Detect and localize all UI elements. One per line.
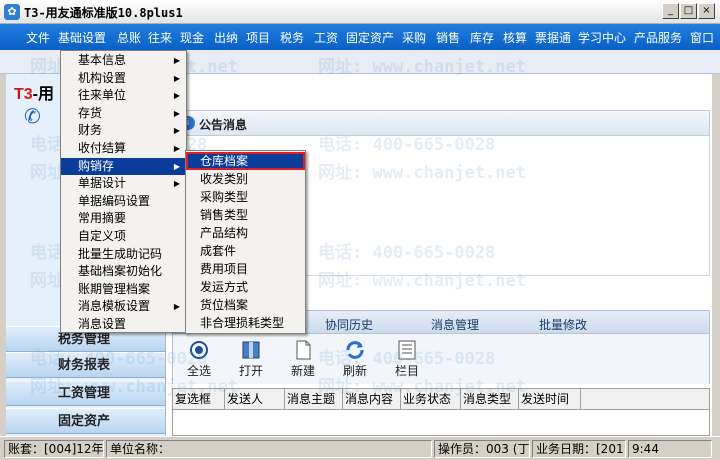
frame-right xyxy=(712,74,720,436)
submenu-item-sales-type[interactable]: 销售类型 xyxy=(186,206,305,224)
menu-item-org-settings[interactable]: 机构设置 ▶ xyxy=(61,70,186,88)
refresh-icon xyxy=(346,341,364,359)
new-button[interactable]: 新建 xyxy=(283,340,323,380)
maximize-button[interactable]: □ xyxy=(680,3,697,19)
basic-settings-menu: 基本信息 ▶ 机构设置 ▶ 往来单位 ▶ 存货 ▶ 财务 ▶ 收付结算 ▶ 购销存 ▶ 单据设… xyxy=(60,50,187,333)
title-bar: ✿ T3-用友通标准版10.8plus1 _ □ × xyxy=(0,0,720,24)
open-icon xyxy=(242,341,260,359)
col-type[interactable]: 消息类型 xyxy=(461,389,519,409)
menu-bills[interactable]: 票据通 xyxy=(535,29,571,46)
status-operator: 操作员：003 (丁≦ xyxy=(434,440,530,458)
status-account: 账套：[004]12年 xyxy=(4,440,104,458)
window-title: T3-用友通标准版10.8plus1 xyxy=(24,6,183,20)
submenu-arrow-icon: ▶ xyxy=(173,108,180,118)
close-button[interactable]: × xyxy=(698,3,715,19)
submenu-arrow-icon: ▶ xyxy=(173,179,180,189)
submenu-item-product-structure[interactable]: 产品结构 xyxy=(186,224,305,242)
menu-dealings[interactable]: 往来 xyxy=(148,29,172,46)
message-toolbar: 全选 打开 新建 刷新 栏目 xyxy=(172,334,710,384)
menu-item-period-archive[interactable]: 账期管理档案 xyxy=(61,281,186,299)
submenu-item-shipping-method[interactable]: 发运方式 xyxy=(186,278,305,296)
columns-button[interactable]: 栏目 xyxy=(387,340,427,380)
status-bar: 账套：[004]12年 单位名称： 操作员：003 (丁≦ 业务日期：[201:… xyxy=(0,436,720,460)
menu-item-archive-init[interactable]: 基础档案初始化 xyxy=(61,263,186,281)
notice-title: 公告消息 xyxy=(199,118,248,132)
menu-item-trading-units[interactable]: 往来单位 ▶ xyxy=(61,87,186,105)
menu-learning[interactable]: 学习中心 xyxy=(578,29,626,46)
minimize-button[interactable]: _ xyxy=(662,3,679,19)
menu-cashier[interactable]: 出纳 xyxy=(214,29,238,46)
menu-fixed-assets[interactable]: 固定资产 xyxy=(346,29,394,46)
submenu-arrow-icon: ▶ xyxy=(173,302,180,312)
nav-financial-reports[interactable]: 财务报表 xyxy=(6,352,165,378)
menu-ledger[interactable]: 总账 xyxy=(117,29,141,46)
submenu-item-unreasonable-loss[interactable]: 非合理损耗类型 xyxy=(186,314,305,332)
radio-icon xyxy=(190,341,208,359)
menu-tax[interactable]: 税务 xyxy=(280,29,304,46)
select-all-button[interactable]: 全选 xyxy=(179,340,219,380)
menu-payroll[interactable]: 工资 xyxy=(314,29,338,46)
menu-window[interactable]: 窗口 xyxy=(690,29,714,46)
submenu-item-receipt-category[interactable]: 收发类别 xyxy=(186,170,305,188)
menu-accounting[interactable]: 核算 xyxy=(503,29,527,46)
app-icon: ✿ xyxy=(4,4,20,20)
col-sender[interactable]: 发送人 xyxy=(225,389,285,409)
col-content[interactable]: 消息内容 xyxy=(343,389,401,409)
status-business-date: 业务日期：[201: xyxy=(532,440,626,458)
submenu-item-location-archive[interactable]: 货位档案 xyxy=(186,296,305,314)
submenu-item-warehouse-archive[interactable]: 仓库档案 xyxy=(186,152,305,170)
menu-project[interactable]: 项目 xyxy=(246,29,270,46)
nav-fixed-assets[interactable]: 固定资产 xyxy=(6,408,165,434)
menu-cash[interactable]: 现金 xyxy=(180,29,204,46)
col-subject[interactable]: 消息主题 xyxy=(285,389,343,409)
menu-bar: 文件 基础设置 总账 往来 现金 出纳 项目 税务 工资 固定资产 采购 销售 … xyxy=(0,24,720,50)
submenu-item-kit[interactable]: 成套件 xyxy=(186,242,305,260)
status-unit: 单位名称： xyxy=(106,440,432,458)
nav-payroll[interactable]: 工资管理 xyxy=(6,380,165,406)
submenu-arrow-icon: ▶ xyxy=(173,144,180,153)
menu-item-message-settings[interactable]: 消息设置 xyxy=(61,316,186,334)
tab-collab-history[interactable]: 协同历史 xyxy=(325,316,373,333)
menu-item-message-template[interactable]: 消息模板设置 ▶ xyxy=(61,298,186,316)
notice-panel: i 公告消息 xyxy=(172,110,710,136)
menu-services[interactable]: 产品服务 xyxy=(634,29,682,46)
menu-file[interactable]: 文件 xyxy=(26,29,50,46)
menu-item-stock[interactable]: 存货 ▶ xyxy=(61,105,186,123)
logo: T3-用 xyxy=(14,86,55,103)
submenu-arrow-icon: ▶ xyxy=(173,91,180,101)
tab-batch-modify[interactable]: 批量修改 xyxy=(539,316,587,333)
submenu-arrow-icon: ▶ xyxy=(173,126,180,136)
menu-item-common-summary[interactable]: 常用摘要 xyxy=(61,210,186,228)
menu-item-document-design[interactable]: 单据设计 ▶ xyxy=(61,175,186,193)
refresh-button[interactable]: 刷新 xyxy=(335,340,375,380)
status-time: 9:44 xyxy=(628,440,712,458)
menu-item-settlement[interactable]: 收付结算 ▶ xyxy=(61,140,186,158)
open-button[interactable]: 打开 xyxy=(231,340,271,380)
submenu-arrow-icon: ▶ xyxy=(173,73,180,83)
menu-item-custom-fields[interactable]: 自定义项 xyxy=(61,228,186,246)
columns-icon xyxy=(398,340,416,360)
menu-basic-settings[interactable]: 基础设置 xyxy=(58,29,106,46)
new-document-icon xyxy=(296,340,311,360)
menu-item-purchase-sales-inventory[interactable]: 购销存 ▶ xyxy=(61,157,186,176)
menu-item-basic-info[interactable]: 基本信息 ▶ xyxy=(61,52,186,70)
submenu-item-expense-items[interactable]: 费用项目 xyxy=(186,260,305,278)
submenu-arrow-icon: ▶ xyxy=(173,161,180,171)
message-grid-body[interactable] xyxy=(172,410,710,436)
menu-item-document-numbering[interactable]: 单据编码设置 xyxy=(61,193,186,211)
col-send-time[interactable]: 发送时间 xyxy=(519,389,581,409)
menu-item-finance[interactable]: 财务 ▶ xyxy=(61,122,186,140)
col-status[interactable]: 业务状态 xyxy=(401,389,461,409)
menu-sales[interactable]: 销售 xyxy=(436,29,460,46)
submenu-item-purchase-type[interactable]: 采购类型 xyxy=(186,188,305,206)
message-grid-header: 复选框 发送人 消息主题 消息内容 业务状态 消息类型 发送时间 xyxy=(172,388,710,410)
submenu-arrow-icon: ▶ xyxy=(173,56,180,65)
menu-purchase[interactable]: 采购 xyxy=(402,29,426,46)
menu-item-batch-mnemonic[interactable]: 批量生成助记码 xyxy=(61,246,186,264)
purchase-sales-submenu: 仓库档案 收发类别 采购类型 销售类型 产品结构 成套件 费用项目 发运方式 货… xyxy=(185,150,306,334)
phone-icon: ✆ xyxy=(24,104,41,128)
menu-inventory[interactable]: 库存 xyxy=(470,29,494,46)
col-checkbox[interactable]: 复选框 xyxy=(173,389,225,409)
tab-message-management[interactable]: 消息管理 xyxy=(431,316,479,333)
